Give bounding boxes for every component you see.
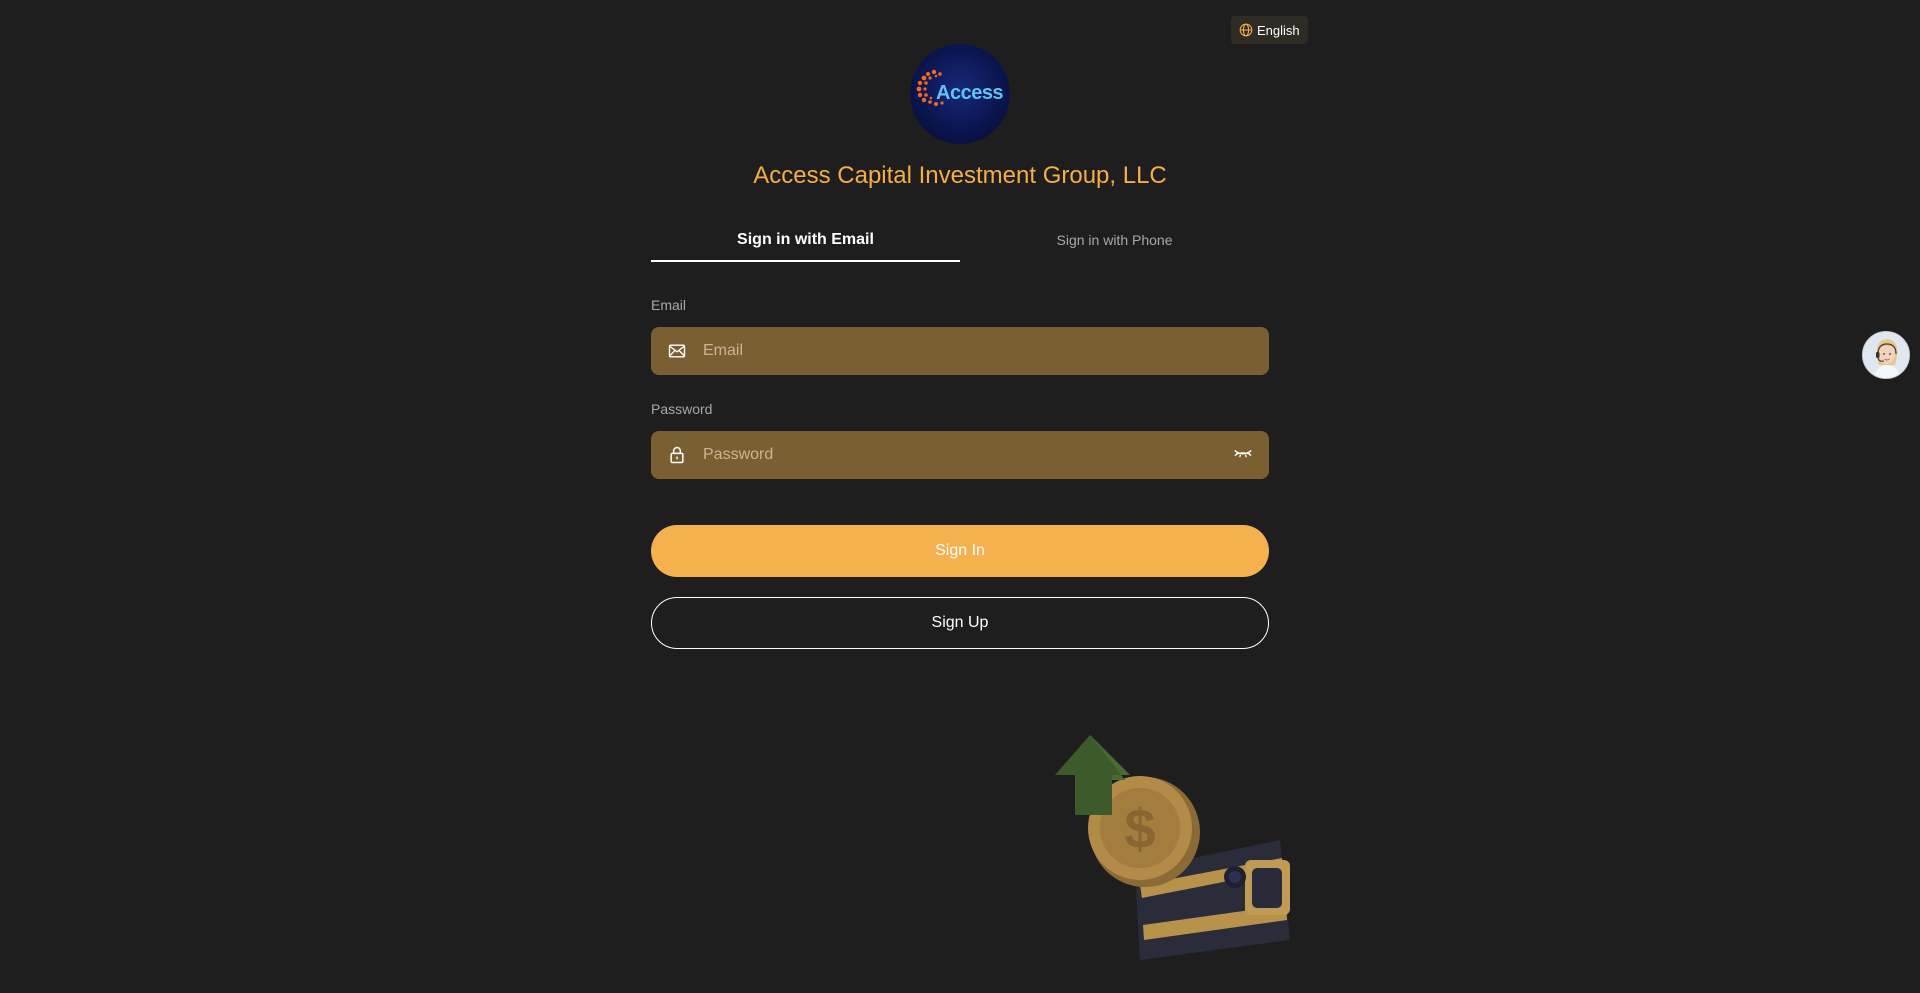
support-agent-avatar[interactable] (1862, 331, 1910, 379)
language-label: English (1257, 22, 1300, 38)
eye-closed-icon[interactable] (1233, 446, 1253, 465)
tab-signin-email[interactable]: Sign in with Email (651, 224, 960, 262)
signin-tabs: Sign in with Email Sign in with Phone (651, 224, 1269, 262)
mail-icon (667, 341, 687, 361)
login-page: English Access Access Capital Investment… (0, 0, 1920, 993)
logo-text: Access (936, 82, 1004, 104)
password-field-wrapper (651, 430, 1269, 480)
tab-signin-phone[interactable]: Sign in with Phone (960, 224, 1269, 262)
signup-button[interactable]: Sign Up (651, 597, 1269, 649)
company-logo: Access (910, 44, 1010, 144)
password-label: Password (651, 401, 713, 417)
email-field-wrapper (651, 326, 1269, 376)
email-input[interactable] (701, 326, 1253, 376)
svg-text:$: $ (1124, 797, 1155, 860)
lock-icon (667, 445, 687, 465)
language-selector[interactable]: English (1231, 16, 1308, 44)
company-name: Access Capital Investment Group, LLC (753, 162, 1167, 189)
wallet-coin-illustration: $ (1040, 720, 1300, 975)
email-label: Email (651, 297, 687, 313)
globe-icon (1239, 23, 1253, 37)
password-input[interactable] (701, 430, 1225, 480)
signin-button[interactable]: Sign In (651, 525, 1269, 577)
